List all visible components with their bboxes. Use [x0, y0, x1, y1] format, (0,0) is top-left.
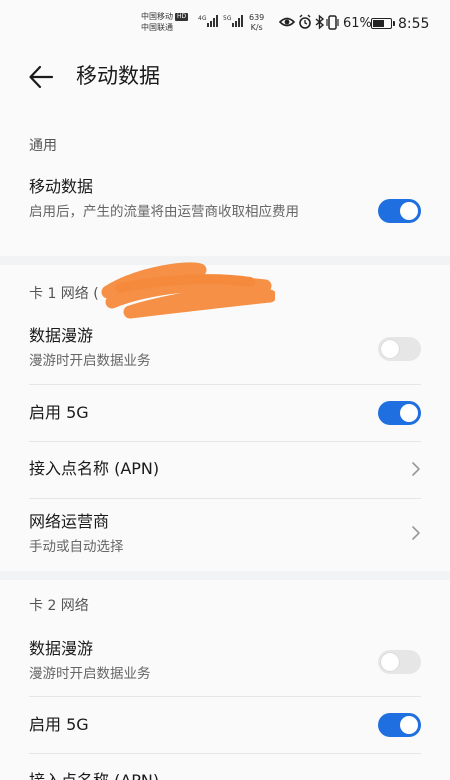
sim1-roaming-toggle[interactable] — [378, 337, 421, 361]
sim2-roaming-toggle[interactable] — [378, 650, 421, 674]
row-sim1-operator[interactable]: 网络运营商 手动或自动选择 — [0, 499, 450, 571]
battery-percent: 61% — [343, 16, 372, 31]
alarm-icon — [299, 14, 311, 29]
chevron-right-icon — [412, 526, 420, 540]
sim1-5g-toggle[interactable] — [378, 401, 421, 425]
carrier-1: 中国移动 — [141, 12, 173, 21]
section-heading-sim1: 卡 1 网络 ( — [29, 286, 99, 302]
mobile-data-toggle[interactable] — [378, 199, 421, 223]
carrier-2: 中国联通 — [141, 23, 173, 32]
row-mobile-data[interactable]: 移动数据 启用后，产生的流量将由运营商收取相应费用 — [0, 170, 450, 256]
section-heading-sim2: 卡 2 网络 — [29, 598, 89, 614]
back-arrow-icon[interactable] — [28, 64, 54, 90]
net-2-label: 5G — [223, 15, 232, 22]
row-sim1-apn[interactable]: 接入点名称 (APN) — [0, 442, 450, 498]
row-sim2-roaming[interactable]: 数据漫游 漫游时开启数据业务 — [0, 632, 450, 696]
section-sim2: 卡 2 网络 数据漫游 漫游时开启数据业务 启用 5G 接入点名称 (APN) — [0, 580, 450, 780]
section-general: 通用 移动数据 启用后，产生的流量将由运营商收取相应费用 — [0, 114, 450, 256]
battery-icon — [371, 18, 395, 29]
network-speed: 639 K/s — [249, 13, 265, 32]
mobile-data-title: 移动数据 — [29, 177, 94, 196]
sim1-operator-title: 网络运营商 — [29, 512, 110, 531]
chevron-right-icon — [412, 462, 420, 476]
sim1-roaming-subtitle: 漫游时开启数据业务 — [29, 353, 151, 369]
row-sim1-roaming[interactable]: 数据漫游 漫游时开启数据业务 — [0, 321, 450, 385]
sim2-5g-title: 启用 5G — [29, 715, 89, 734]
carrier-info: 中国移动 HD 中国联通 — [141, 11, 189, 33]
signal-5g-icon: 5G — [223, 15, 243, 27]
eye-icon — [279, 17, 296, 27]
mobile-data-subtitle: 启用后，产生的流量将由运营商收取相应费用 — [29, 204, 299, 220]
sim2-5g-toggle[interactable] — [378, 713, 421, 737]
clock: 8:55 — [398, 16, 430, 32]
app-bar: 移动数据 — [0, 44, 450, 114]
status-bar: 中国移动 HD 中国联通 4G 5G 639 K/s 61% 8:55 — [0, 0, 450, 44]
bluetooth-icon — [315, 14, 325, 30]
vibrate-icon — [326, 15, 339, 30]
row-sim1-5g[interactable]: 启用 5G — [0, 385, 450, 441]
row-sim2-apn[interactable]: 接入点名称 (APN) — [0, 754, 450, 780]
section-heading-general: 通用 — [29, 138, 57, 154]
redaction-scribble — [101, 262, 275, 319]
status-icons — [279, 14, 339, 30]
sim1-apn-title: 接入点名称 (APN) — [29, 459, 160, 478]
page-title: 移动数据 — [76, 64, 160, 88]
hd-badge: HD — [175, 13, 189, 21]
sim1-roaming-title: 数据漫游 — [29, 326, 94, 345]
net-1-label: 4G — [198, 15, 207, 22]
sim2-roaming-subtitle: 漫游时开启数据业务 — [29, 666, 151, 682]
sim2-roaming-title: 数据漫游 — [29, 639, 94, 658]
signal-4g-icon: 4G — [198, 15, 218, 27]
sim1-operator-subtitle: 手动或自动选择 — [29, 539, 124, 555]
row-sim2-5g[interactable]: 启用 5G — [0, 697, 450, 753]
sim2-apn-title: 接入点名称 (APN) — [29, 770, 159, 780]
sim1-5g-title: 启用 5G — [29, 403, 89, 422]
